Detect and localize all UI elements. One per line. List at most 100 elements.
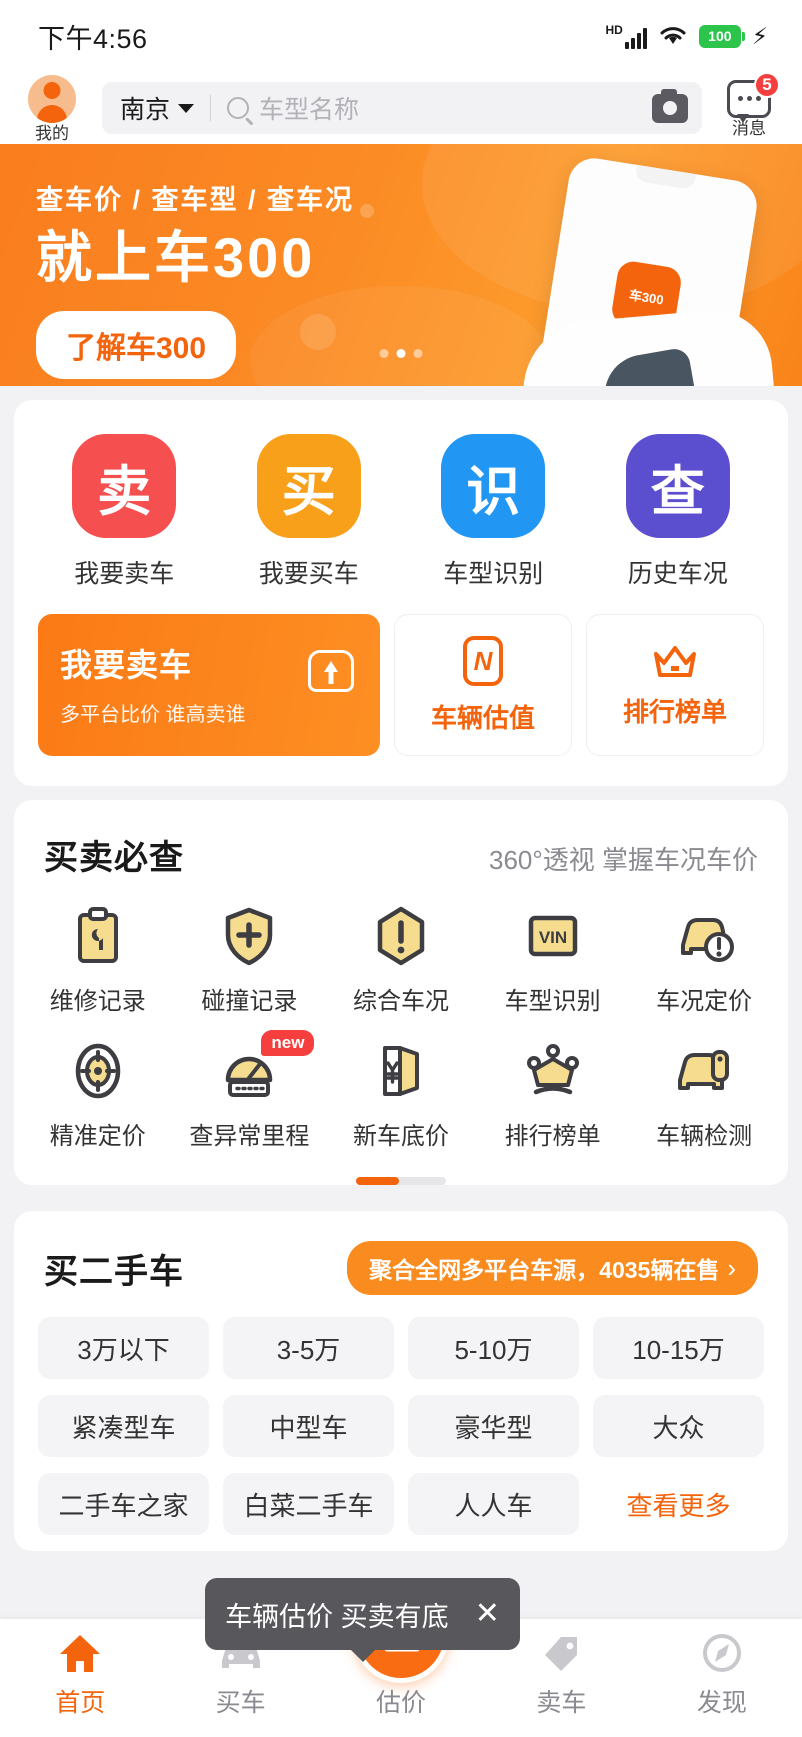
target-icon (67, 1040, 129, 1102)
filter-pill[interactable]: 人人车 (408, 1473, 579, 1535)
quick-actions-card: 卖 我要卖车 买 我要买车 识 车型识别 查 历史车况 我要卖车 多平台比价 谁… (14, 400, 788, 786)
sell-glyph-icon: 卖 (72, 434, 177, 538)
filter-pill[interactable]: 10-15万 (593, 1317, 764, 1379)
home-icon (56, 1631, 104, 1675)
quick-tile-label: 车型识别 (443, 560, 544, 588)
search-input[interactable]: 车型名称 (259, 90, 642, 126)
camera-icon[interactable] (652, 88, 688, 123)
hero-copy: 查车价 / 查车型 / 查车况 就上车300 了解车300 (36, 178, 354, 379)
nav-label: 卖车 (536, 1689, 587, 1717)
profile-button[interactable]: 我的 (16, 74, 88, 143)
promo-subtitle: 多平台比价 谁高卖谁 (60, 704, 246, 726)
battery-level: 100 (708, 28, 732, 44)
must-check-header: 买卖必查 360°透视 掌握车况车价 (14, 800, 788, 879)
clipboard-wrench-icon (67, 905, 129, 967)
valuation-tooltip: 车辆估价 买卖有底 ✕ (205, 1578, 520, 1650)
car-upload-icon (308, 650, 354, 692)
tooltip-text: 车辆估价 买卖有底 (225, 1601, 449, 1632)
section-title: 买卖必查 (44, 839, 184, 877)
status-time: 下午4:56 (38, 23, 148, 54)
filter-pill[interactable]: 中型车 (223, 1395, 394, 1457)
carousel-dots[interactable] (379, 349, 423, 358)
hexagon-alert-icon (370, 905, 432, 967)
promo-sell-car[interactable]: 我要卖车 多平台比价 谁高卖谁 (38, 614, 380, 756)
filter-pill[interactable]: 3-5万 (223, 1317, 394, 1379)
service-item-collision-records[interactable]: 碰撞记录 (174, 905, 326, 1016)
filter-pill[interactable]: 豪华型 (408, 1395, 579, 1457)
hd-label: HD (605, 22, 623, 37)
view-more-link[interactable]: 查看更多 (593, 1473, 764, 1535)
cta-label: 聚合全网多平台车源，4035辆在售 (369, 1257, 720, 1283)
grid-scroll-indicator[interactable] (356, 1177, 446, 1185)
quick-tile-identify[interactable]: 识 车型识别 (401, 434, 586, 590)
nav-label: 买车 (215, 1689, 266, 1717)
hero-banner[interactable]: 车300 查车价 / 查车型 / 查车况 就上车300 了解车300 (0, 144, 802, 386)
filter-pill[interactable]: 5-10万 (408, 1317, 579, 1379)
service-label: 车辆检测 (656, 1123, 753, 1150)
crown-icon (522, 1040, 584, 1102)
promo-row: 我要卖车 多平台比价 谁高卖谁 N 车辆估值 排行榜单 (14, 600, 788, 786)
quick-tile-label: 历史车况 (627, 560, 728, 588)
hero-cta-button[interactable]: 了解车300 (36, 310, 237, 379)
used-car-card: 买二手车 聚合全网多平台车源，4035辆在售 › 3万以下 3-5万 5-10万… (14, 1211, 788, 1551)
top-header: 我的 南京 车型名称 5 消息 (0, 71, 802, 144)
message-badge: 5 (754, 71, 780, 98)
service-item-precise-pricing[interactable]: 精准定价 (22, 1040, 174, 1151)
promo-valuation[interactable]: N 车辆估值 (394, 614, 572, 756)
hero-title: 就上车300 (36, 226, 316, 289)
service-item-vin-identify[interactable]: VIN 车型识别 (477, 905, 629, 1016)
filter-pill[interactable]: 紧凑型车 (38, 1395, 209, 1457)
quick-tile-buy[interactable]: 买 我要买车 (217, 434, 402, 590)
section-subtitle: 360°透视 掌握车况车价 (488, 845, 758, 875)
buy-glyph-icon: 买 (256, 434, 361, 538)
type-filter-row: 紧凑型车 中型车 豪华型 大众 (14, 1395, 788, 1473)
quick-tile-sell[interactable]: 卖 我要卖车 (32, 434, 217, 590)
service-item-repair-records[interactable]: 维修记录 (22, 905, 174, 1016)
service-item-new-car-price[interactable]: 新车底价 (325, 1040, 477, 1151)
quick-tile-history[interactable]: 查 历史车况 (586, 434, 771, 590)
service-item-mileage-check[interactable]: new 查异常里程 (174, 1030, 326, 1151)
filter-pill[interactable]: 二手车之家 (38, 1473, 209, 1535)
price-filter-row: 3万以下 3-5万 5-10万 10-15万 (14, 1317, 788, 1395)
identify-glyph-icon: 识 (441, 434, 546, 538)
price-tag-yuan-icon (370, 1040, 432, 1102)
filter-pill[interactable]: 白菜二手车 (223, 1473, 394, 1535)
service-label: 精准定价 (49, 1123, 146, 1150)
nav-item-discover[interactable]: 发现 (642, 1631, 802, 1719)
nav-label: 估价 (376, 1689, 427, 1717)
service-grid: 维修记录 碰撞记录 综合车况 VIN 车型识别 车况定价 精准定价 new 查异… (14, 879, 788, 1175)
source-filter-row: 二手车之家 白菜二手车 人人车 查看更多 (14, 1473, 788, 1551)
close-icon[interactable]: ✕ (475, 1599, 500, 1629)
promo-label: 排行榜单 (622, 696, 727, 727)
service-label: 综合车况 (352, 988, 449, 1015)
history-glyph-icon: 查 (625, 434, 730, 538)
promo-ranking[interactable]: 排行榜单 (586, 614, 764, 756)
chevron-down-icon[interactable] (178, 103, 195, 113)
nav-item-home[interactable]: 首页 (0, 1631, 160, 1719)
shield-plus-icon (218, 905, 280, 967)
service-label: 车况定价 (656, 988, 753, 1015)
service-item-inspection[interactable]: 车辆检测 (628, 1040, 780, 1151)
hero-subtitle: 查车价 / 查车型 / 查车况 (36, 185, 355, 215)
chevron-right-icon: › (727, 1253, 736, 1283)
car-alert-icon (673, 905, 735, 967)
service-label: 维修记录 (49, 988, 146, 1015)
service-item-condition-pricing[interactable]: 车况定价 (628, 905, 780, 1016)
service-label: 车型识别 (504, 988, 601, 1015)
search-bar[interactable]: 南京 车型名称 (102, 82, 702, 134)
used-car-cta-button[interactable]: 聚合全网多平台车源，4035辆在售 › (347, 1241, 758, 1295)
profile-label: 我的 (35, 123, 69, 143)
city-selector-label[interactable]: 南京 (120, 90, 170, 126)
service-item-ranking[interactable]: 排行榜单 (477, 1040, 629, 1151)
messages-button[interactable]: 5 消息 (716, 71, 782, 137)
nav-label: 首页 (55, 1689, 106, 1717)
odometer-icon (218, 1040, 280, 1102)
filter-pill[interactable]: 大众 (593, 1395, 764, 1457)
nav-label: 发现 (696, 1689, 747, 1717)
tag-icon (537, 1631, 585, 1675)
service-item-overall-condition[interactable]: 综合车况 (325, 905, 477, 1016)
vin-icon: VIN (522, 905, 584, 967)
status-bar: 下午4:56 HD 100 ⚡ (0, 0, 802, 72)
filter-pill[interactable]: 3万以下 (38, 1317, 209, 1379)
service-label: 新车底价 (352, 1123, 449, 1150)
